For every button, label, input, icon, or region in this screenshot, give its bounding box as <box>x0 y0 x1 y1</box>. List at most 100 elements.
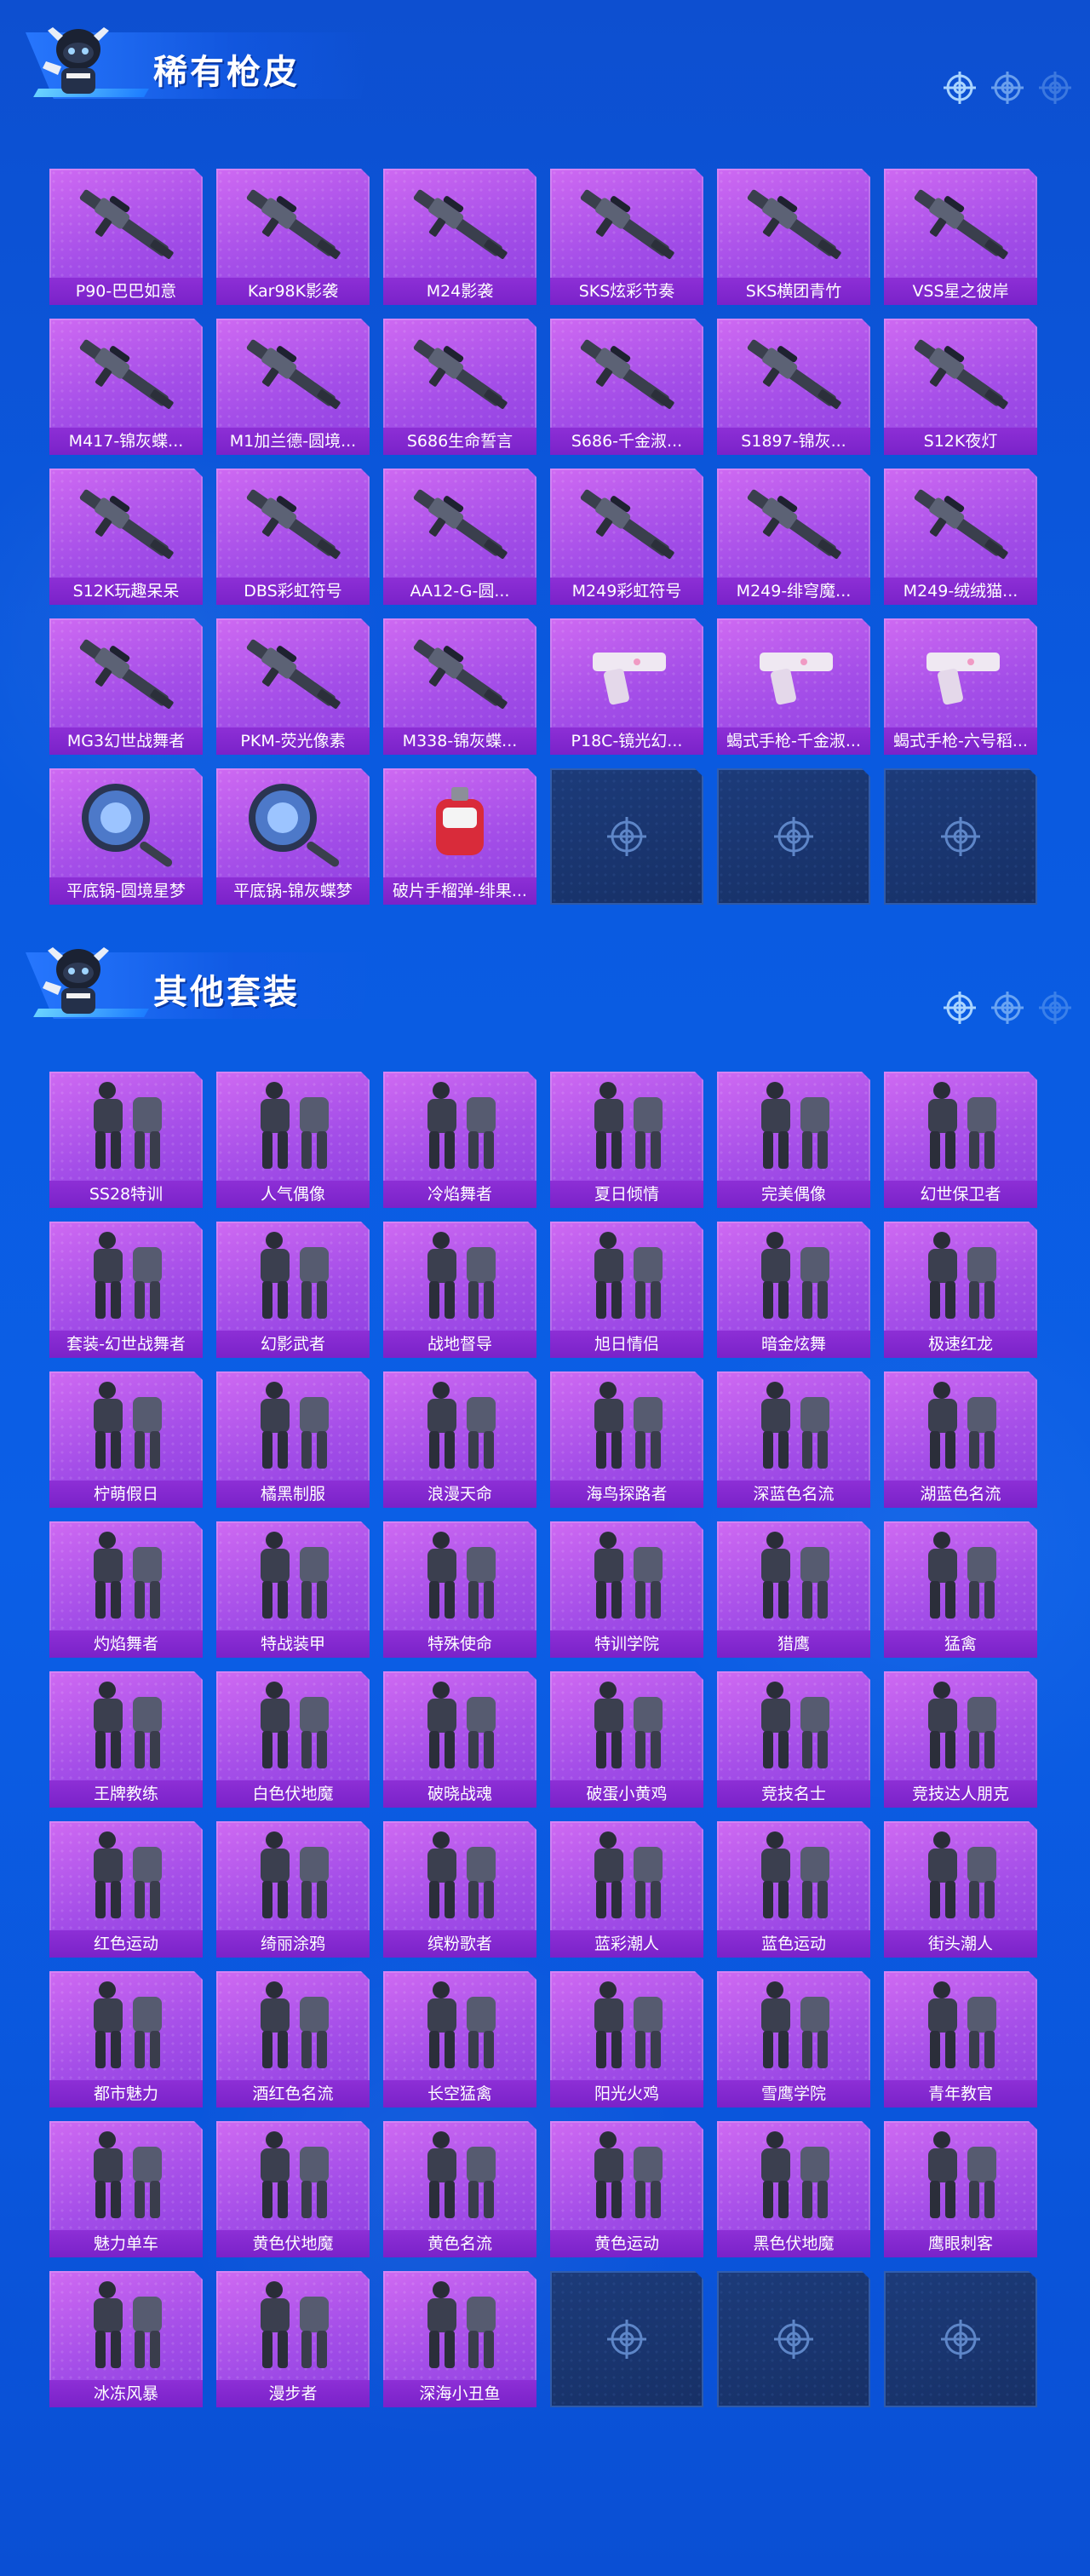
item-label: M249-绯穹魔... <box>717 578 870 605</box>
item-card[interactable]: S1897-锦灰... <box>717 319 870 455</box>
item-card[interactable]: 幻世保卫者 <box>884 1072 1037 1208</box>
item-card[interactable]: 蝎式手枪-六号稻... <box>884 618 1037 755</box>
item-card[interactable]: 破片手榴弹-绯果... <box>383 768 536 905</box>
item-card[interactable]: 灼焰舞者 <box>49 1521 203 1658</box>
item-card[interactable]: 阳光火鸡 <box>550 1971 703 2107</box>
item-card[interactable]: M417-锦灰蝶... <box>49 319 203 455</box>
item-card[interactable]: 平底锅-锦灰蝶梦 <box>216 768 370 905</box>
item-card[interactable]: 白色伏地魔 <box>216 1671 370 1808</box>
item-card[interactable]: 缤粉歌者 <box>383 1821 536 1958</box>
item-card[interactable]: P90-巴巴如意 <box>49 169 203 305</box>
item-card[interactable]: 深蓝色名流 <box>717 1371 870 1508</box>
item-card[interactable]: M249彩虹符号 <box>550 469 703 605</box>
item-card[interactable]: Kar98K影袭 <box>216 169 370 305</box>
item-card[interactable]: 长空猛禽 <box>383 1971 536 2107</box>
item-card[interactable]: M338-锦灰蝶... <box>383 618 536 755</box>
item-card[interactable]: SKS横团青竹 <box>717 169 870 305</box>
item-card[interactable]: DBS彩虹符号 <box>216 469 370 605</box>
item-label: 黄色伏地魔 <box>216 2230 370 2257</box>
item-card[interactable]: SKS炫彩节奏 <box>550 169 703 305</box>
item-card[interactable]: 战地督导 <box>383 1222 536 1358</box>
crosshair-placeholder-icon <box>774 817 813 856</box>
outfit-icon <box>928 1682 996 1768</box>
item-card[interactable]: VSS星之彼岸 <box>884 169 1037 305</box>
item-card[interactable]: 冰冻风暴 <box>49 2271 203 2407</box>
item-card[interactable]: 极速红龙 <box>884 1222 1037 1358</box>
item-card[interactable]: 海鸟探路者 <box>550 1371 703 1508</box>
item-card[interactable]: 红色运动 <box>49 1821 203 1958</box>
item-card[interactable]: 橘黑制服 <box>216 1371 370 1508</box>
item-label: AA12-G-圆... <box>383 578 536 605</box>
item-card[interactable]: 绮丽涂鸦 <box>216 1821 370 1958</box>
item-card[interactable]: 雪鹰学院 <box>717 1971 870 2107</box>
item-card[interactable]: 蓝彩潮人 <box>550 1821 703 1958</box>
item-label: 缤粉歌者 <box>383 1930 536 1958</box>
item-card[interactable]: 黄色伏地魔 <box>216 2121 370 2257</box>
item-card[interactable]: AA12-G-圆... <box>383 469 536 605</box>
item-card[interactable]: 街头潮人 <box>884 1821 1037 1958</box>
item-card[interactable]: 王牌教练 <box>49 1671 203 1808</box>
item-card[interactable]: 特殊使命 <box>383 1521 536 1658</box>
outfit-icon <box>594 1082 663 1169</box>
item-card[interactable]: 黄色名流 <box>383 2121 536 2257</box>
item-card[interactable]: 鹰眼刺客 <box>884 2121 1037 2257</box>
outfit-icon <box>94 1082 162 1169</box>
item-card[interactable]: M249-绒绒猫... <box>884 469 1037 605</box>
item-card[interactable]: 破蛋小黄鸡 <box>550 1671 703 1808</box>
item-label: 蓝色运动 <box>717 1930 870 1958</box>
item-card[interactable]: 猛禽 <box>884 1521 1037 1658</box>
item-card[interactable]: PKM-荧光像素 <box>216 618 370 755</box>
item-card[interactable]: 破晓战魂 <box>383 1671 536 1808</box>
item-card[interactable]: 魅力单车 <box>49 2121 203 2257</box>
item-card[interactable]: 柠萌假日 <box>49 1371 203 1508</box>
item-label: P18C-镜光幻... <box>550 727 703 755</box>
section-other-outfits: 其他套装 SS28特训 人气偶像 冷焰舞者 夏日倾情 完美偶像 幻世保卫者 套装- <box>0 920 1090 2407</box>
item-card[interactable]: 黑色伏地魔 <box>717 2121 870 2257</box>
item-card[interactable]: 暗金炫舞 <box>717 1222 870 1358</box>
item-card[interactable]: MG3幻世战舞者 <box>49 618 203 755</box>
item-card[interactable]: M1加兰德-圆境... <box>216 319 370 455</box>
item-card[interactable]: 湖蓝色名流 <box>884 1371 1037 1508</box>
item-card[interactable]: M24影袭 <box>383 169 536 305</box>
item-card[interactable]: 酒红色名流 <box>216 1971 370 2107</box>
outfit-icon <box>761 1082 829 1169</box>
pistol-skin-icon <box>593 653 666 705</box>
item-card[interactable]: S12K玩趣呆呆 <box>49 469 203 605</box>
item-card[interactable]: 浪漫天命 <box>383 1371 536 1508</box>
item-card[interactable]: 夏日倾情 <box>550 1072 703 1208</box>
item-card[interactable]: 冷焰舞者 <box>383 1072 536 1208</box>
crosshair-icon <box>1039 72 1071 104</box>
item-card[interactable]: 蝎式手枪-千金淑... <box>717 618 870 755</box>
item-card[interactable]: 幻影武者 <box>216 1222 370 1358</box>
item-label: 都市魅力 <box>49 2080 203 2107</box>
crosshair-icon <box>1039 992 1071 1024</box>
outfit-icon <box>427 1082 496 1169</box>
item-card[interactable]: P18C-镜光幻... <box>550 618 703 755</box>
outfit-icon <box>261 1831 329 1918</box>
item-card[interactable]: S12K夜灯 <box>884 319 1037 455</box>
outfit-icon <box>761 1532 829 1619</box>
item-card[interactable]: 人气偶像 <box>216 1072 370 1208</box>
item-card[interactable]: 青年教官 <box>884 1971 1037 2107</box>
item-label: 酒红色名流 <box>216 2080 370 2107</box>
outfit-icon <box>261 1682 329 1768</box>
item-card[interactable]: 平底锅-圆境星梦 <box>49 768 203 905</box>
item-card[interactable]: S686-千金淑... <box>550 319 703 455</box>
item-card[interactable]: M249-绯穹魔... <box>717 469 870 605</box>
item-card[interactable]: 完美偶像 <box>717 1072 870 1208</box>
item-label: 白色伏地魔 <box>216 1780 370 1808</box>
item-card[interactable]: 黄色运动 <box>550 2121 703 2257</box>
item-card[interactable]: 特训学院 <box>550 1521 703 1658</box>
item-card[interactable]: 特战装甲 <box>216 1521 370 1658</box>
item-card[interactable]: S686生命誓言 <box>383 319 536 455</box>
item-card[interactable]: 旭日情侣 <box>550 1222 703 1358</box>
item-card[interactable]: 竞技名士 <box>717 1671 870 1808</box>
item-card[interactable]: 都市魅力 <box>49 1971 203 2107</box>
item-card[interactable]: 套装-幻世战舞者 <box>49 1222 203 1358</box>
item-card[interactable]: 竞技达人朋克 <box>884 1671 1037 1808</box>
item-card[interactable]: SS28特训 <box>49 1072 203 1208</box>
item-card[interactable]: 猎鹰 <box>717 1521 870 1658</box>
item-card[interactable]: 漫步者 <box>216 2271 370 2407</box>
item-card[interactable]: 蓝色运动 <box>717 1821 870 1958</box>
item-card[interactable]: 深海小丑鱼 <box>383 2271 536 2407</box>
